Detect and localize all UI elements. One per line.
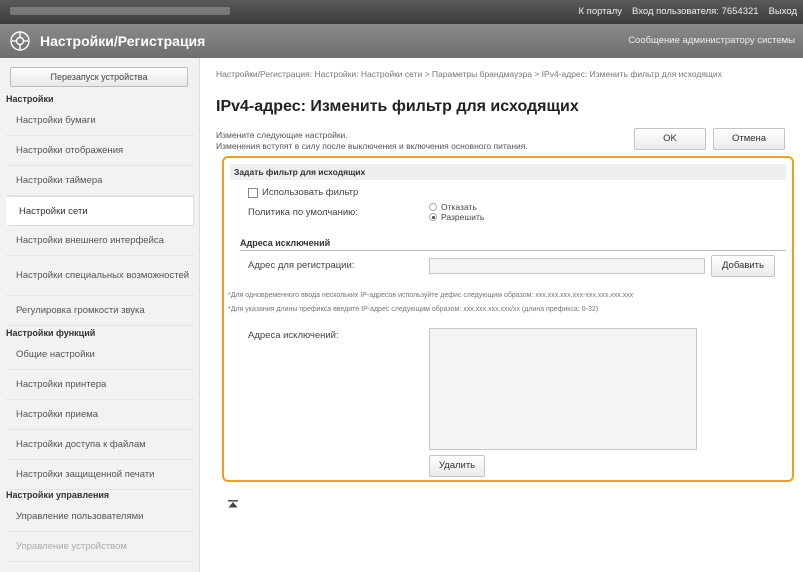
sidebar-section-functions: Настройки функций xyxy=(6,328,96,338)
main-content: Настройки/Регистрация: Настройки: Настро… xyxy=(216,58,803,572)
logout-link[interactable]: Выход xyxy=(769,6,797,17)
sidebar-item-file-access[interactable]: Настройки доступа к файлам xyxy=(6,430,194,460)
reject-label: Отказать xyxy=(441,202,477,212)
description: Измените следующие настройки. Изменения … xyxy=(216,130,528,152)
sidebar-item-printer[interactable]: Настройки принтера xyxy=(6,370,194,400)
sidebar-item-receive[interactable]: Настройки приема xyxy=(6,400,194,430)
outgoing-filter-panel: Задать фильтр для исходящих Использовать… xyxy=(222,156,794,482)
breadcrumb: Настройки/Регистрация: Настройки: Настро… xyxy=(216,69,722,79)
sidebar-item-accessibility[interactable]: Настройки специальных возможностей xyxy=(6,256,194,296)
sidebar: Перезапуск устройства Настройки Настройк… xyxy=(0,58,200,572)
use-filter-checkbox[interactable] xyxy=(248,187,258,198)
top-bar: К порталу Вход пользователя: 7654321 Вых… xyxy=(0,0,803,24)
sidebar-item-network[interactable]: Настройки сети xyxy=(6,196,194,226)
restart-device-button[interactable]: Перезапуск устройства xyxy=(10,67,188,87)
use-filter-row: Использовать фильтр xyxy=(248,187,358,198)
reject-radio[interactable] xyxy=(429,203,437,211)
cancel-button[interactable]: Отмена xyxy=(713,128,785,150)
user-id: 7654321 xyxy=(721,6,759,17)
add-button[interactable]: Добавить xyxy=(711,255,775,277)
sidebar-item-timer[interactable]: Настройки таймера xyxy=(6,166,194,196)
sidebar-section-management: Настройки управления xyxy=(6,490,110,500)
note-range: *Для одновременного ввода нескольких IP-… xyxy=(228,292,634,299)
settings-logo-icon xyxy=(10,31,30,51)
title-bar: Настройки/Регистрация Сообщение админист… xyxy=(0,24,803,58)
policy-option-allow[interactable]: Разрешить xyxy=(429,212,484,222)
login-user-label: Вход пользователя: 7654321 xyxy=(632,6,759,17)
description-line-2: Изменения вступят в силу после выключени… xyxy=(216,141,528,151)
sidebar-item-external-interface[interactable]: Настройки внешнего интерфейса xyxy=(6,226,194,256)
admin-message-link[interactable]: Сообщение администратору системы xyxy=(628,35,795,46)
sidebar-item-user-management[interactable]: Управление пользователями xyxy=(6,502,194,532)
to-top-icon[interactable] xyxy=(228,500,238,508)
use-filter-label: Использовать фильтр xyxy=(262,187,359,198)
register-address-input[interactable] xyxy=(429,258,705,274)
sidebar-item-paper[interactable]: Настройки бумаги xyxy=(6,106,194,136)
portal-link[interactable]: К порталу xyxy=(579,6,623,17)
page-title: IPv4-адрес: Изменить фильтр для исходящи… xyxy=(216,98,579,115)
blurred-device-name xyxy=(10,7,230,15)
allow-label: Разрешить xyxy=(441,212,485,222)
description-line-1: Измените следующие настройки. xyxy=(216,130,348,140)
policy-option-reject[interactable]: Отказать xyxy=(429,202,477,212)
sidebar-item-secure-print[interactable]: Настройки защищенной печати xyxy=(6,460,194,490)
sidebar-item-volume[interactable]: Регулировка громкости звука xyxy=(6,296,194,326)
exception-addresses-list[interactable] xyxy=(429,328,697,450)
sidebar-item-display[interactable]: Настройки отображения xyxy=(6,136,194,166)
delete-button[interactable]: Удалить xyxy=(429,455,485,477)
note-prefix: *Для указания длины префикса введите IP-… xyxy=(228,306,599,313)
sidebar-item-device-management[interactable]: Управление устройством xyxy=(6,532,194,562)
sidebar-item-common[interactable]: Общие настройки xyxy=(6,340,194,370)
register-address-label: Адрес для регистрации: xyxy=(248,260,355,271)
exception-addresses-label: Адреса исключений: xyxy=(248,330,339,341)
exceptions-heading: Адреса исключений xyxy=(240,238,786,251)
page-header-title: Настройки/Регистрация xyxy=(40,33,206,49)
sidebar-section-settings: Настройки xyxy=(6,94,54,104)
default-policy-label: Политика по умолчанию: xyxy=(248,207,358,218)
allow-radio[interactable] xyxy=(429,213,437,221)
ok-button[interactable]: OK xyxy=(634,128,706,150)
section-title: Задать фильтр для исходящих xyxy=(230,164,786,180)
